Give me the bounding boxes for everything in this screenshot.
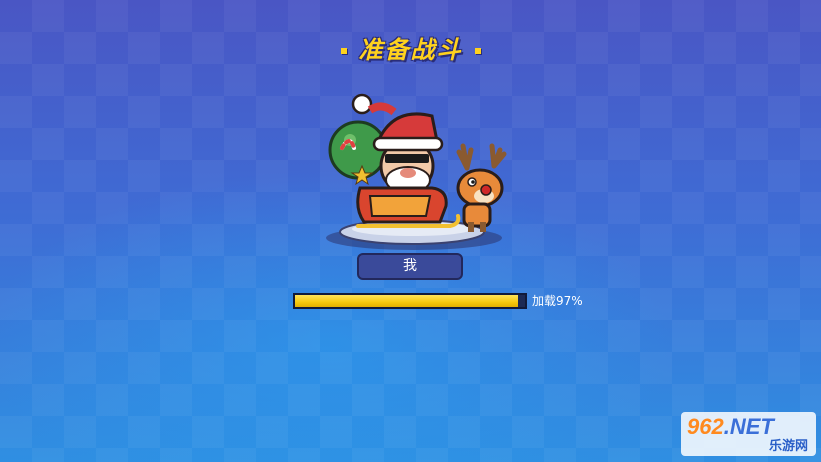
site-watermark: 962.NET 乐游网 [681,412,816,456]
player-name-plate: 我 [357,253,463,280]
player-name: 我 [403,258,417,274]
title-dot-right [474,48,481,54]
title-text: 准备战斗 [358,36,463,64]
loading-progress-bar [293,293,527,309]
watermark-brand: 962.NET [687,414,774,440]
page-title: 准备战斗 [0,30,821,65]
loading-progress-fill [295,295,519,307]
loading-progress-text: 加载97% [532,294,583,308]
title-dot-left [340,48,347,54]
watermark-brand-domain: .NET [723,414,774,439]
santa-sleigh-character [326,93,507,250]
reindeer-character [456,143,507,232]
watermark-site-name: 乐游网 [768,439,808,454]
watermark-brand-number: 962 [687,414,724,439]
